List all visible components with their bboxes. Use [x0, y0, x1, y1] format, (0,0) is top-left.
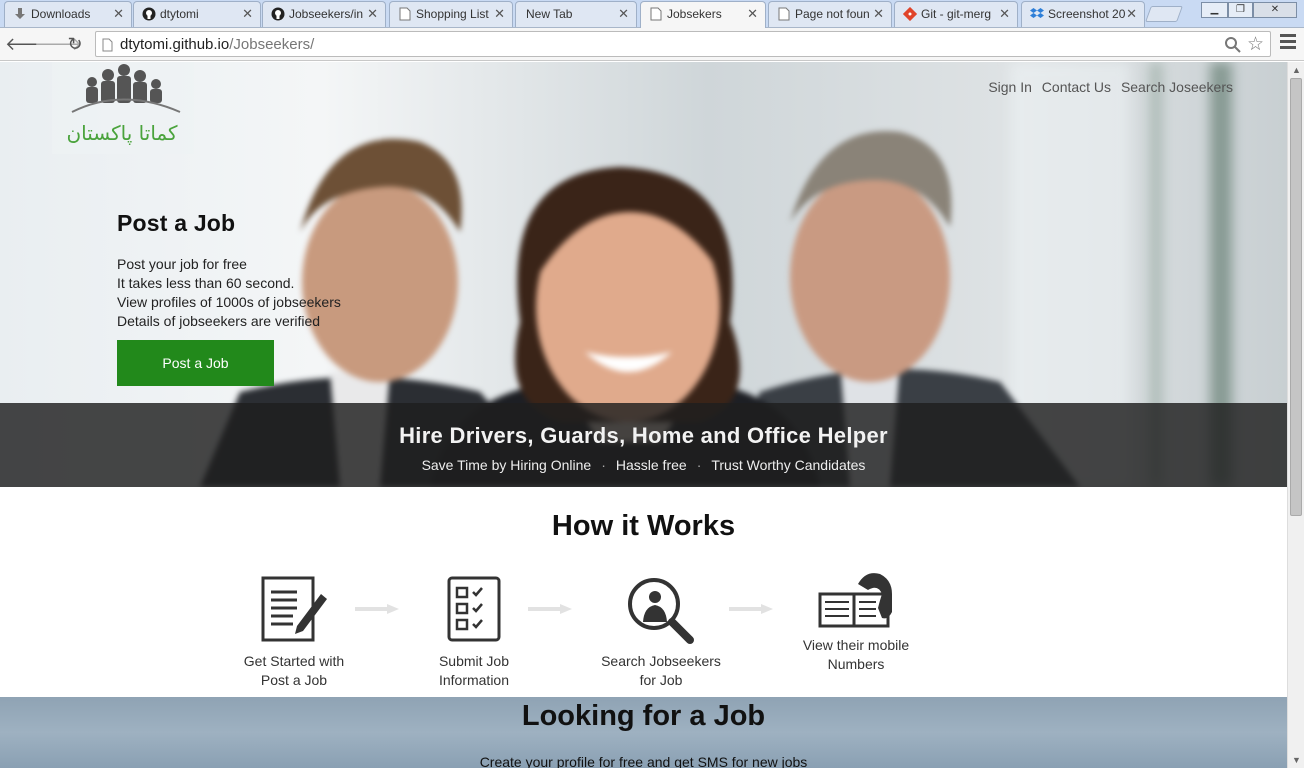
tab-jobseekers-repo[interactable]: Jobseekers/in ✕: [262, 1, 386, 27]
close-icon[interactable]: ✕: [873, 6, 884, 22]
nav-search-jobseekers[interactable]: Search Joseekers: [1121, 79, 1233, 95]
github-icon: [142, 7, 156, 21]
logo-text: کماتا پاکستان: [66, 121, 178, 146]
document-pen-icon: [261, 576, 327, 642]
how-it-works-title: How it Works: [551, 510, 736, 542]
reload-button[interactable]: ↻: [63, 32, 87, 56]
tab-shopping-list[interactable]: Shopping List ✕: [389, 1, 513, 27]
hero-text: Post a Job Post your job for free It tak…: [117, 210, 417, 331]
checklist-icon: [447, 576, 501, 642]
download-icon: [15, 8, 25, 19]
tab-page-not-found[interactable]: Page not foun ✕: [768, 1, 892, 27]
page-icon: [650, 7, 662, 21]
close-icon[interactable]: ✕: [242, 6, 253, 22]
dropbox-icon: [1030, 8, 1044, 18]
close-icon[interactable]: ✕: [494, 6, 505, 22]
close-icon[interactable]: ✕: [999, 6, 1010, 22]
search-person-icon: [628, 578, 694, 644]
top-nav: Sign In Contact Us Search Joseekers: [982, 79, 1233, 95]
git-icon: [903, 7, 917, 21]
github-icon: [271, 7, 285, 21]
page-icon: [778, 7, 790, 21]
step-label: Submit Job Information: [438, 653, 510, 688]
maximize-button[interactable]: ❐: [1228, 2, 1253, 18]
phonebook-icon: [818, 573, 892, 628]
arrow-right-icon: [729, 604, 773, 614]
forward-button[interactable]: 🡒: [34, 32, 82, 56]
step-label: Search Jobseekers for Job: [601, 653, 721, 688]
tab-git-merge[interactable]: Git - git-merg ✕: [894, 1, 1018, 27]
step-search-jobseekers: Search Jobseekers for Job: [590, 574, 732, 690]
scroll-down-arrow-icon[interactable]: ▼: [1288, 752, 1304, 768]
band-points: Save Time by Hiring Online · Hassle free · T…: [421, 457, 866, 473]
tab-new-tab[interactable]: New Tab ✕: [515, 1, 637, 27]
menu-icon[interactable]: [1280, 34, 1296, 54]
nav-sign-in[interactable]: Sign In: [988, 79, 1032, 95]
tab-screenshot[interactable]: Screenshot 20 ✕: [1021, 1, 1145, 27]
step-submit-info: Submit Job Information: [404, 574, 544, 690]
step-post-job: Get Started with Post a Job: [224, 574, 364, 690]
step-view-numbers: View their mobile Numbers: [786, 570, 926, 674]
hero-band: Hire Drivers, Guards, Home and Office He…: [0, 403, 1287, 487]
back-button[interactable]: 🡐: [5, 32, 53, 56]
scroll-up-arrow-icon[interactable]: ▲: [1288, 62, 1304, 78]
site-logo[interactable]: کماتا پاکستان: [52, 62, 194, 154]
scroll-thumb[interactable]: [1290, 78, 1302, 516]
step-label: Get Started with Post a Job: [243, 653, 345, 688]
new-tab-button[interactable]: [1145, 6, 1183, 22]
hero-line: View profiles of 1000s of jobseekers: [117, 294, 341, 310]
address-bar[interactable]: dtytomi.github.io/Jobseekers/ ☆: [95, 31, 1271, 57]
tab-downloads[interactable]: Downloads ✕: [4, 1, 132, 27]
close-icon[interactable]: ✕: [1126, 6, 1137, 22]
band-title: Hire Drivers, Guards, Home and Office He…: [399, 423, 888, 448]
arrow-right-icon: [355, 604, 399, 614]
tab-dtytomi[interactable]: dtytomi ✕: [133, 1, 261, 27]
browser-toolbar: 🡐 🡒 ↻ dtytomi.github.io/Jobseekers/ ☆: [0, 28, 1304, 61]
looking-for-job-section: Looking for a Job Create your profile fo…: [0, 697, 1287, 768]
hero-section: کماتا پاکستان Sign In Contact Us Search …: [0, 62, 1287, 487]
hero-line: Details of jobseekers are verified: [117, 313, 321, 329]
job-section-subtitle: Create your profile for free and get SMS…: [479, 754, 808, 768]
job-section-title: Looking for a Job: [521, 700, 766, 732]
page-icon: [102, 38, 113, 52]
bookmark-star-icon[interactable]: ☆: [1247, 33, 1264, 56]
minimize-button[interactable]: ▁: [1201, 2, 1228, 18]
arrow-right-icon: [528, 604, 572, 614]
close-icon[interactable]: ✕: [747, 6, 758, 22]
tab-jobsekers[interactable]: Jobsekers ✕: [640, 1, 766, 29]
hero-line: It takes less than 60 second.: [117, 275, 295, 291]
post-job-button[interactable]: Post a Job: [117, 340, 274, 386]
close-icon[interactable]: ✕: [367, 6, 378, 22]
page-icon: [399, 7, 411, 21]
zoom-icon[interactable]: [1224, 36, 1242, 54]
hero-title: Post a Job: [117, 210, 236, 236]
hero-line: Post your job for free: [117, 256, 247, 272]
step-label: View their mobile Numbers: [802, 637, 910, 672]
vertical-scrollbar[interactable]: ▲ ▼: [1287, 62, 1304, 768]
close-icon[interactable]: ✕: [113, 6, 124, 22]
close-icon[interactable]: ✕: [618, 6, 629, 22]
page-viewport: کماتا پاکستان Sign In Contact Us Search …: [0, 62, 1287, 768]
tab-strip: Downloads ✕ dtytomi ✕ Jobseekers/in ✕ Sh…: [0, 0, 1304, 29]
url-text: dtytomi.github.io/Jobseekers/: [120, 36, 315, 53]
close-window-button[interactable]: ✕: [1253, 2, 1297, 18]
nav-contact-us[interactable]: Contact Us: [1042, 79, 1111, 95]
